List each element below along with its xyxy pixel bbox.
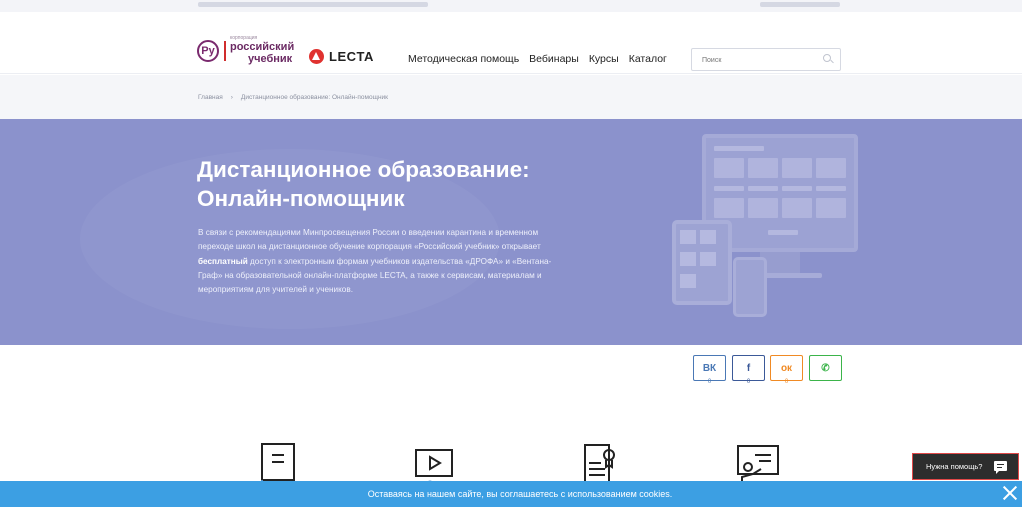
main-nav: Методическая помощь Вебинары Курсы Катал… [408,53,667,65]
cookie-banner: Оставаясь на нашем сайте, вы соглашаетес… [0,481,1022,507]
chat-bubble-icon [994,461,1007,474]
logo-line-1: российский [230,41,295,53]
page: Ру корпорация российский учебник LECTA М… [0,0,1022,507]
top-strip [0,0,1022,12]
lecta-logo[interactable]: LECTA [309,49,374,64]
help-label: Нужна помощь? [926,462,983,471]
share-whatsapp-button[interactable]: ✆ [809,355,842,381]
hero-description: В связи с рекомендациями Минпросвещения … [198,226,570,297]
logo-line-2: учебник [248,53,293,65]
lecta-triangle-icon [309,49,324,64]
hero-text-after: доступ к электронным формам учебников из… [198,256,552,295]
phone-illustration [733,257,767,317]
share-odnoklassniki-button[interactable]: ок [770,355,803,381]
tablet-illustration [672,220,732,305]
site-header: Ру корпорация российский учебник LECTA М… [0,12,1022,74]
hero-text-before: В связи с рекомендациями Минпросвещения … [198,228,541,252]
page-title-line-1: Дистанционное образование: [197,157,530,182]
hero-text-bold: бесплатный [198,256,248,266]
nav-courses[interactable]: Курсы [589,53,619,65]
logo-mark-icon: Ру [197,39,219,62]
lecta-logo-text: LECTA [329,49,374,64]
share-facebook-count: 0 [746,379,751,385]
breadcrumb-current: Дистанционное образование: Онлайн-помощн… [240,94,389,101]
page-title: Дистанционное образование: Онлайн-помощн… [197,155,617,213]
nav-webinars[interactable]: Вебинары [529,53,579,65]
cookie-text: Оставаясь на нашем сайте, вы соглашаетес… [367,489,673,499]
hero-banner: Дистанционное образование: Онлайн-помощн… [0,119,1022,345]
nav-methodical-help[interactable]: Методическая помощь [408,53,519,65]
close-icon[interactable] [1001,484,1019,502]
russian-textbook-logo[interactable]: Ру корпорация российский учебник [197,36,294,65]
help-chat-button[interactable]: Нужна помощь? [912,453,1019,480]
logo-text: корпорация российский учебник [230,36,295,66]
share-odnoklassniki-count: 0 [784,379,789,385]
breadcrumb-separator: › [230,94,233,101]
search-input[interactable] [692,50,812,71]
share-vk-count: 0 [707,379,712,385]
share-facebook-button[interactable]: f [732,355,765,381]
breadcrumb-home[interactable]: Главная [198,94,223,101]
breadcrumb: Главная › Дистанционное образование: Онл… [198,94,388,101]
breadcrumb-bar: Главная › Дистанционное образование: Онл… [0,75,1022,119]
page-title-line-2: Онлайн-помощник [197,186,405,211]
search-box [691,48,841,71]
logo-divider [224,40,226,61]
search-icon[interactable] [823,54,831,62]
nav-catalog[interactable]: Каталог [629,53,667,65]
share-vk-button[interactable]: ВК [693,355,726,381]
